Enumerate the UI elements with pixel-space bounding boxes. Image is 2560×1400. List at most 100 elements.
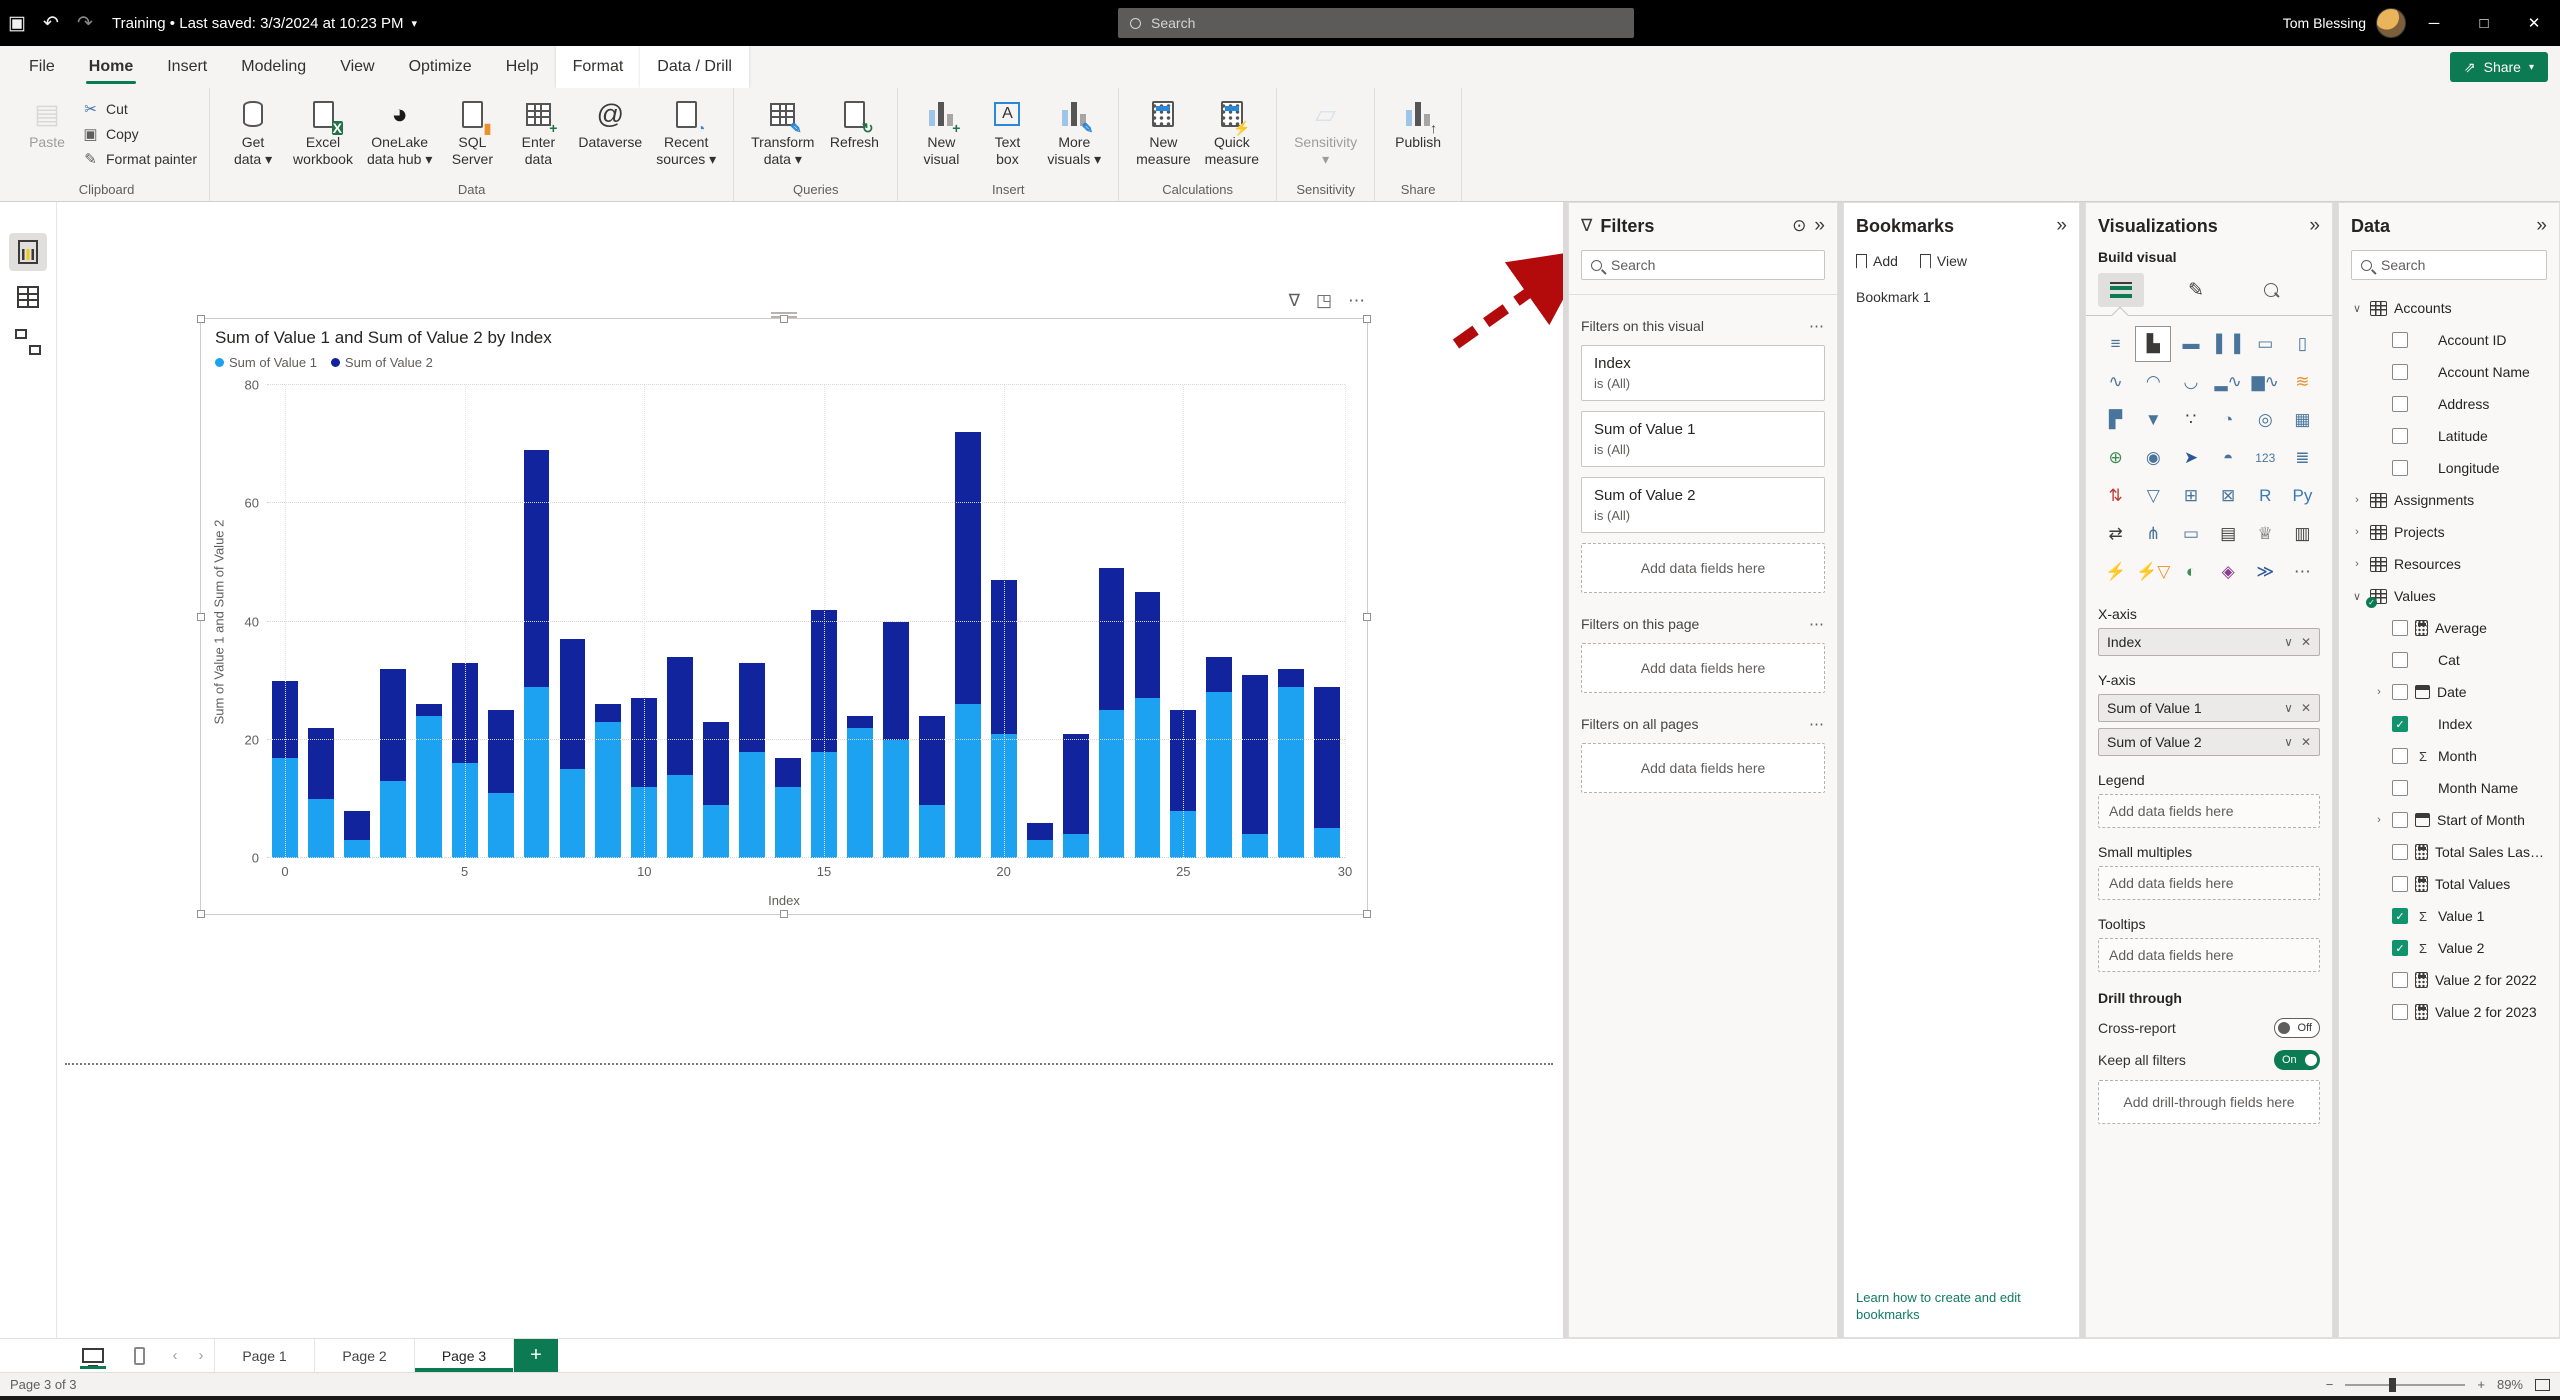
chevron-collapsed-icon[interactable]: › [2351, 526, 2363, 538]
more-visuals-button[interactable]: ✎Morevisuals ▾ [1042, 96, 1106, 168]
stacked-bar[interactable] [739, 385, 765, 858]
text-box-button[interactable]: ATextbox [976, 96, 1038, 168]
visual-100-stacked-column-chart-icon[interactable]: ▯ [2285, 326, 2320, 362]
redo-icon[interactable]: ↷ [68, 6, 102, 40]
stacked-bar[interactable] [380, 385, 406, 858]
stacked-column-chart-visual[interactable]: ∇ ◳ ⋯ Sum of Value 1 and Sum of Value 2 … [200, 318, 1368, 915]
chevron-down-icon[interactable]: ∨ [2284, 701, 2293, 715]
zoom-slider[interactable] [2345, 1384, 2465, 1386]
filter-card[interactable]: Sum of Value 2is (All) [1581, 477, 1825, 533]
bookmarks-help-link[interactable]: Learn how to create and edit bookmarks [1856, 1289, 2056, 1323]
previous-page-icon[interactable]: ‹ [162, 1339, 188, 1372]
refresh-button[interactable]: ↻Refresh [823, 96, 885, 168]
recent-sources-button[interactable]: ◔Recentsources ▾ [651, 96, 721, 168]
visual-quick-slicer-icon[interactable]: ⚡▽ [2135, 554, 2171, 590]
more-options-icon[interactable]: ⋯ [1348, 291, 1365, 311]
zoom-in-icon[interactable]: + [2477, 1377, 2485, 1392]
excel-workbook-button[interactable]: XExcelworkbook [288, 96, 358, 168]
field-checkbox[interactable] [2392, 844, 2408, 860]
field-checkbox[interactable] [2392, 332, 2408, 348]
visual-smart-narrative-icon[interactable]: ▭ [2173, 516, 2208, 552]
new-measure-button[interactable]: Newmeasure [1131, 96, 1195, 168]
well-add-field[interactable]: Add data fields here [2098, 938, 2320, 972]
field-checkbox[interactable]: ✓ [2392, 716, 2408, 732]
get-data-button[interactable]: Getdata ▾ [222, 96, 284, 168]
stacked-bar[interactable] [883, 385, 909, 858]
collapse-pane-icon[interactable]: » [2056, 215, 2067, 237]
user-name[interactable]: Tom Blessing [2283, 15, 2366, 31]
visual-kpi-icon[interactable]: ⇅ [2098, 478, 2133, 514]
tab-optimize[interactable]: Optimize [392, 46, 489, 88]
selection-handle[interactable] [197, 613, 205, 621]
field-row[interactable]: Longitude [2351, 452, 2547, 484]
remove-field-icon[interactable]: ✕ [2301, 735, 2311, 749]
table-row-assignments[interactable]: ›Assignments [2351, 484, 2547, 516]
field-checkbox[interactable] [2392, 972, 2408, 988]
visual-gauge-icon[interactable]: ◓ [2211, 440, 2246, 476]
stacked-bar[interactable] [595, 385, 621, 858]
stacked-bar[interactable] [919, 385, 945, 858]
more-options-icon[interactable]: ⋯ [1809, 615, 1825, 633]
stacked-bar[interactable] [1206, 385, 1232, 858]
collapse-pane-icon[interactable]: » [2309, 215, 2320, 237]
bookmark-list-item[interactable]: Bookmark 1 [1856, 289, 2067, 305]
visual-r-script-visual-icon[interactable]: R [2248, 478, 2283, 514]
stacked-bar[interactable] [488, 385, 514, 858]
stacked-bar[interactable] [667, 385, 693, 858]
field-row[interactable]: Month Name [2351, 772, 2547, 804]
visual-matrix-icon[interactable]: ⊠ [2211, 478, 2246, 514]
selection-handle[interactable] [1363, 613, 1371, 621]
field-row[interactable]: Value 2 for 2023 [2351, 996, 2547, 1028]
tab-home[interactable]: Home [72, 46, 150, 88]
field-row[interactable]: Total Sales Last Y... [2351, 836, 2547, 868]
tab-data-drill[interactable]: Data / Drill [640, 46, 749, 88]
page-tab-page-3[interactable]: Page 3 [414, 1339, 514, 1372]
share-button[interactable]: ⇗ Share ▾ [2450, 52, 2548, 82]
field-pill[interactable]: Sum of Value 1∨✕ [2098, 694, 2320, 722]
sql-server-button[interactable]: ▮SQLServer [441, 96, 503, 168]
tab-format[interactable]: Format [556, 46, 641, 88]
view-bookmarks-button[interactable]: View [1920, 253, 1967, 269]
model-view-button[interactable] [9, 323, 47, 361]
chevron-collapsed-icon[interactable]: › [2373, 814, 2385, 826]
field-row[interactable]: Cat [2351, 644, 2547, 676]
field-row[interactable]: ›Date [2351, 676, 2547, 708]
data-search-input[interactable]: Search [2351, 250, 2547, 280]
cut-button[interactable]: ✂Cut [82, 98, 197, 119]
table-view-button[interactable] [9, 278, 47, 316]
visual-100-stacked-bar-chart-icon[interactable]: ▭ [2248, 326, 2283, 362]
more-options-icon[interactable]: ⋯ [1809, 715, 1825, 733]
selection-handle[interactable] [780, 910, 788, 918]
visual-clustered-bar-chart-icon[interactable]: ▬ [2173, 326, 2208, 362]
new-visual-button[interactable]: +Newvisual [910, 96, 972, 168]
fit-to-page-icon[interactable] [2535, 1379, 2550, 1391]
add-bookmark-button[interactable]: Add [1856, 253, 1898, 269]
report-view-button[interactable] [9, 233, 47, 271]
field-checkbox[interactable] [2392, 876, 2408, 892]
minimize-button[interactable]: ─ [2412, 3, 2456, 43]
chevron-expanded-icon[interactable]: ∨ [2351, 590, 2363, 603]
dataverse-button[interactable]: @Dataverse [573, 96, 647, 168]
stacked-bar[interactable] [847, 385, 873, 858]
field-row[interactable]: ✓ΣValue 1 [2351, 900, 2547, 932]
visual-donut-chart-icon[interactable]: ◎ [2248, 402, 2283, 438]
field-row[interactable]: ✓ΣValue 2 [2351, 932, 2547, 964]
field-checkbox[interactable] [2392, 460, 2408, 476]
stacked-bar[interactable] [1278, 385, 1304, 858]
new-page-button[interactable]: + [514, 1339, 558, 1372]
collapse-pane-icon[interactable]: » [2536, 215, 2547, 237]
collapse-pane-icon[interactable]: » [1814, 215, 1825, 237]
copy-button[interactable]: ▣Copy [82, 123, 197, 144]
report-canvas[interactable]: ∇ ◳ ⋯ Sum of Value 1 and Sum of Value 2 … [57, 202, 1563, 1338]
field-checkbox[interactable] [2392, 812, 2408, 828]
visual-stacked-bar-chart-icon[interactable]: ≡ [2098, 326, 2133, 362]
field-row[interactable]: Account ID [2351, 324, 2547, 356]
remove-field-icon[interactable]: ✕ [2301, 701, 2311, 715]
tab-view[interactable]: View [323, 46, 391, 88]
table-row-projects[interactable]: ›Projects [2351, 516, 2547, 548]
keep-all-filters-toggle[interactable]: On [2274, 1050, 2320, 1070]
field-row[interactable]: ›Start of Month [2351, 804, 2547, 836]
field-checkbox[interactable] [2392, 1004, 2408, 1020]
chevron-collapsed-icon[interactable]: › [2351, 558, 2363, 570]
field-checkbox[interactable] [2392, 396, 2408, 412]
